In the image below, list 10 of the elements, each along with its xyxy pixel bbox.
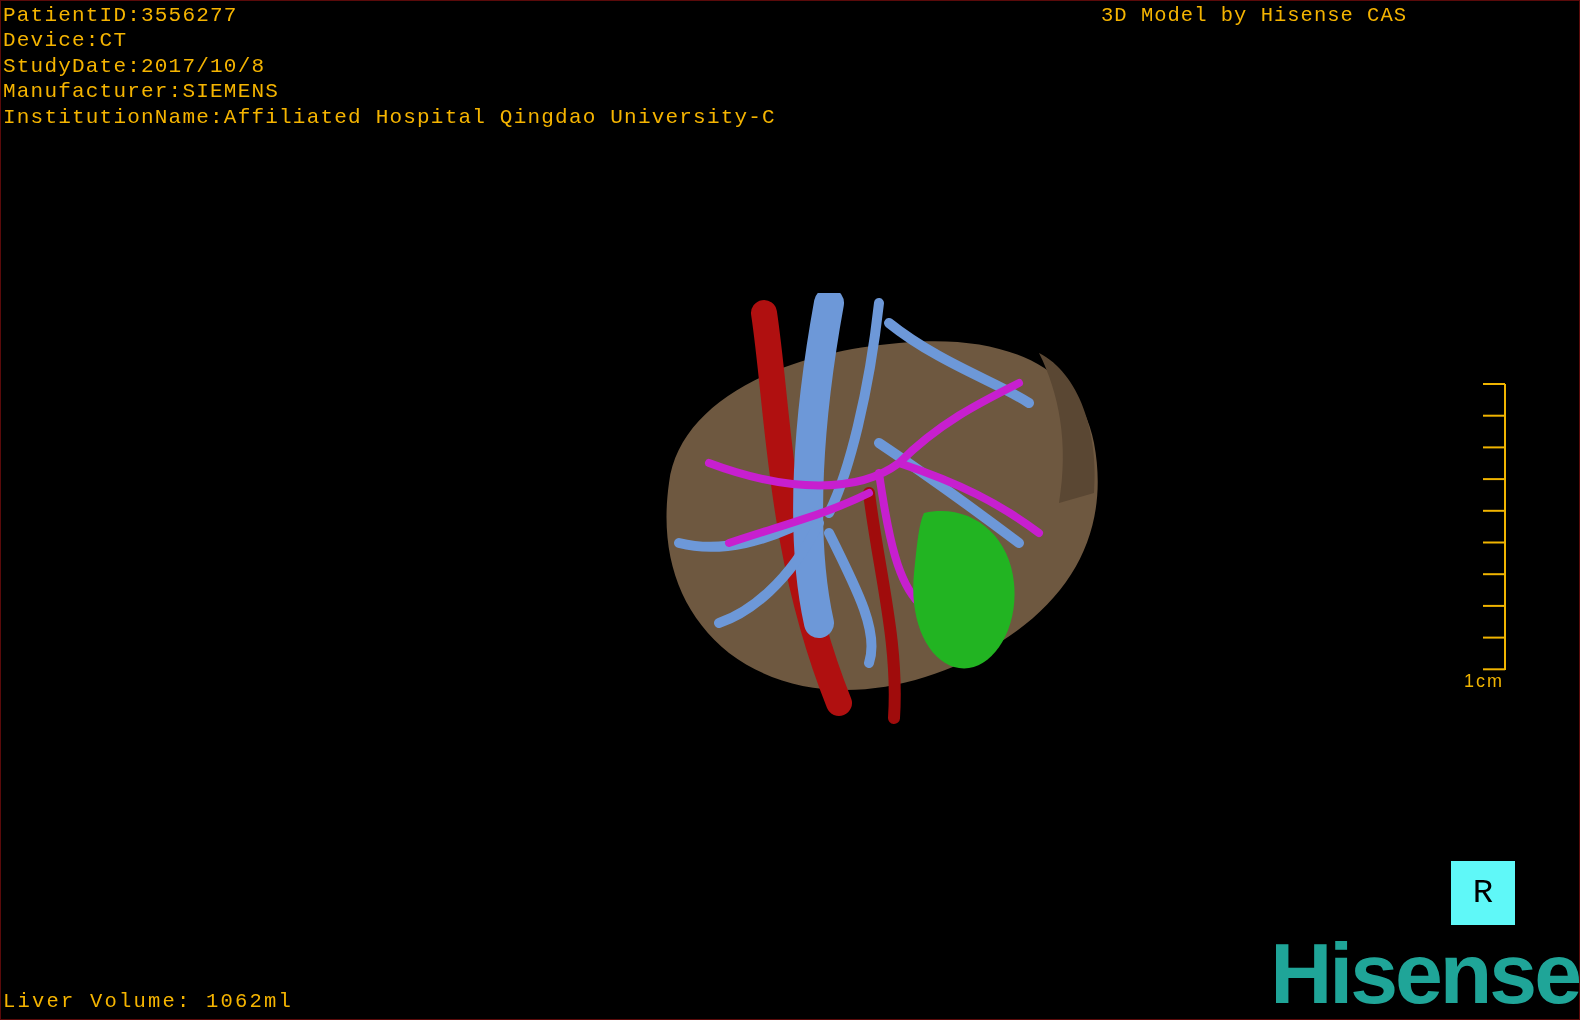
- info-text: InstitutionName:Affiliated Hospital Qingdao University-C: [3, 104, 776, 131]
- scale-label: 1cm: [1464, 671, 1504, 692]
- logo: Hisense: [1270, 937, 1579, 1019]
- info-text: PatientID:3556277: [3, 3, 239, 29]
- credit-text: 3D Model by Hisense CAS: [1101, 3, 1407, 29]
- info-text: Manufacturer:SIEMENS: [3, 79, 281, 105]
- orientation-marker: R: [1451, 861, 1515, 925]
- info-text: StudyDate:2017/10/8: [3, 53, 267, 80]
- volume-text: Liver Volume: 1062ml: [2, 990, 294, 1015]
- info-text: Device:CT: [3, 28, 129, 54]
